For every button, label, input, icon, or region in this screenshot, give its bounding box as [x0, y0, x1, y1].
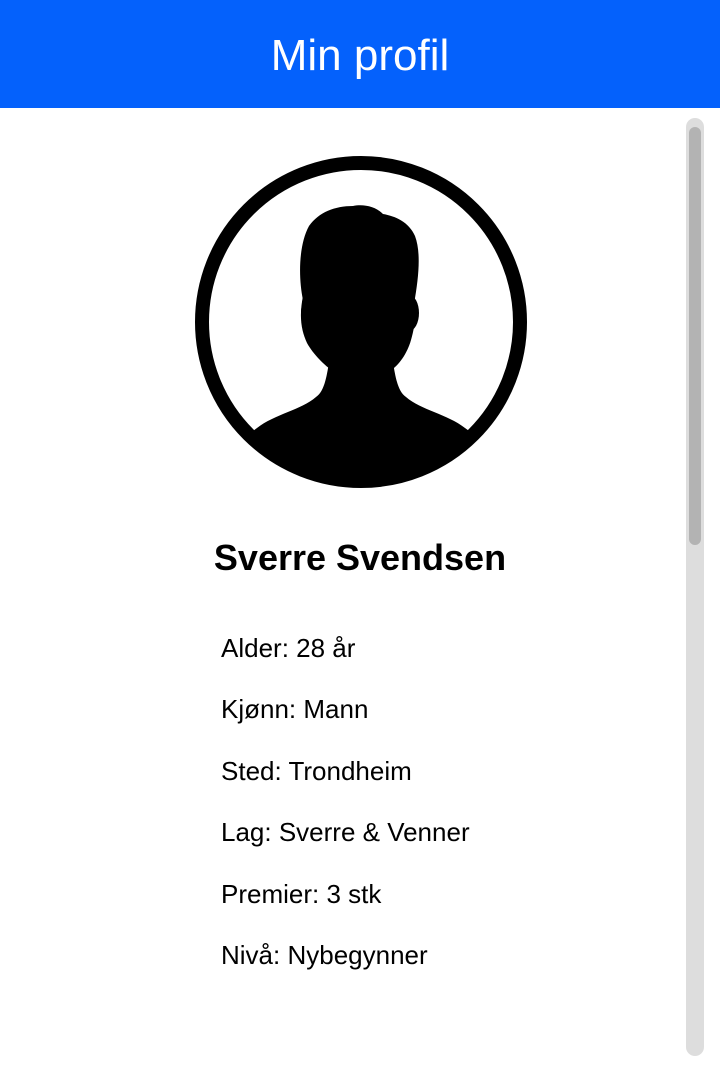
scrollbar-thumb[interactable]: [689, 127, 701, 545]
page-title: Min profil: [270, 31, 450, 80]
scrollbar[interactable]: [686, 118, 704, 1056]
detail-age: Alder: 28 år: [221, 633, 356, 663]
detail-awards: Premier: 3 stk: [221, 878, 382, 909]
detail-gender: Kjønn: Mann: [221, 694, 369, 725]
profile-content[interactable]: Sverre Svendsen Alder: 28 år Kjønn: Mann…: [0, 108, 680, 1072]
profile-details-list: Alder: 28 år Kjønn: Mann Sted: Trondheim…: [221, 632, 470, 1000]
profile-name: Sverre Svendsen: [213, 537, 507, 578]
detail-level: Nivå: Nybegynner: [221, 939, 428, 970]
person-silhouette-icon: [195, 156, 527, 488]
detail-team: Lag: Sverre & Venner: [221, 817, 470, 848]
detail-location: Sted: Trondheim: [221, 755, 412, 786]
avatar: [195, 156, 527, 488]
app-header: Min profil: [0, 0, 720, 108]
